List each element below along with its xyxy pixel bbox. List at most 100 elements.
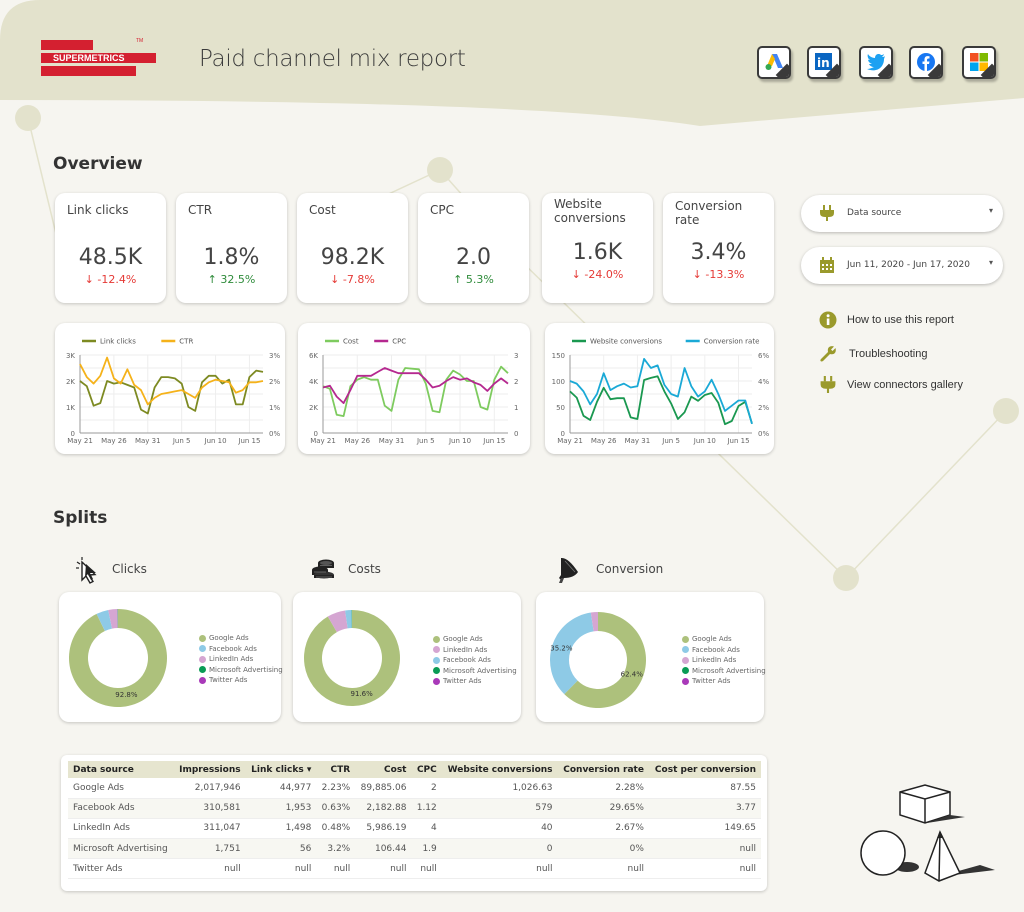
y2-tick-label: 6% — [758, 352, 769, 360]
table-row[interactable]: Facebook Ads 310,581 1,953 0.63% 2,182.88 1.1… — [68, 798, 761, 819]
table-cell: 2 — [411, 778, 442, 799]
twitter-connector[interactable] — [859, 46, 893, 79]
y-tick-label: 2K — [66, 378, 75, 386]
legend-item: LinkedIn Ads — [682, 655, 766, 666]
table-cell: null — [173, 858, 246, 880]
donut-legend: Google Ads Facebook Ads LinkedIn Ads Mic… — [199, 633, 283, 686]
table: Data source Impressions Link clicks ▾ CT… — [68, 761, 761, 880]
y-tick-label: 4K — [309, 378, 318, 386]
kpi-label: CPC — [430, 203, 454, 217]
arrow-down-icon: ↓ — [84, 273, 98, 286]
col-header-ctr[interactable]: CTR — [316, 761, 356, 778]
series-line-website-conversions — [569, 375, 753, 426]
donut-slice-facebook-ads[interactable] — [550, 612, 594, 695]
col-header-impressions[interactable]: Impressions — [173, 761, 246, 778]
link-label: How to use this report — [847, 314, 954, 326]
legend-item: Facebook Ads — [199, 644, 283, 655]
x-tick-label: Jun 10 — [204, 437, 227, 445]
col-header-conversion-rate[interactable]: Conversion rate — [557, 761, 649, 778]
y2-tick-label: 0% — [758, 430, 769, 438]
legend-item: Microsoft Advertising — [682, 666, 766, 677]
y-tick-label: 6K — [309, 352, 318, 360]
date-range-selector[interactable]: Jun 11, 2020 - Jun 17, 2020 ▾ — [801, 247, 1003, 284]
microsoft-connector[interactable] — [962, 46, 996, 79]
donut-legend: Google Ads LinkedIn Ads Facebook Ads Mic… — [433, 634, 517, 687]
col-header-cost[interactable]: Cost — [355, 761, 412, 778]
arrow-down-icon: ↓ — [330, 273, 343, 286]
table-cell: 0 — [441, 838, 558, 860]
slice-label: 92.8% — [115, 691, 138, 699]
google-ads-connector[interactable] — [757, 46, 791, 79]
wrench-icon — [820, 346, 836, 362]
y2-tick-label: 2% — [269, 378, 280, 386]
table-cell: 5,986.19 — [355, 818, 412, 840]
table-cell: 579 — [441, 798, 558, 819]
x-tick-label: May 26 — [591, 437, 617, 445]
legend-label: Website conversions — [590, 338, 662, 346]
legend-item: Google Ads — [682, 634, 766, 645]
x-tick-label: May 21 — [310, 437, 336, 445]
table-cell: 311,047 — [173, 818, 246, 840]
series-line-cost — [322, 365, 509, 417]
table-cell: 1.9 — [411, 838, 442, 860]
linkedin-connector[interactable]: in — [807, 46, 841, 79]
table-cell: 40 — [441, 818, 558, 840]
kpi-value: 98.2K — [320, 245, 385, 270]
slice-label: 91.6% — [351, 690, 374, 698]
arrow-up-icon: ↑ — [207, 273, 221, 286]
line-chart-cost-cpc: Cost CPC 0 2K 4K 6K 0 1 2 3 May 21 May 26 May 31 Jun … — [298, 323, 530, 454]
legend-label: Cost — [343, 338, 359, 346]
x-tick-label: Jun 15 — [237, 437, 260, 445]
legend-item: Facebook Ads — [682, 645, 766, 656]
x-tick-label: Jun 10 — [448, 437, 471, 445]
kpi-cost: Cost 98.2K ↓ -7.8% — [297, 193, 408, 303]
svg-text:in: in — [817, 56, 830, 70]
line-chart-clicks-ctr: Link clicks CTR 0 1K 2K 3K 0% 1% 2% 3% May 21 May 2… — [55, 323, 285, 454]
page-title: Paid channel mix report — [199, 46, 466, 72]
col-header-link-clicks[interactable]: Link clicks ▾ — [245, 761, 317, 778]
y2-tick-label: 3 — [514, 352, 518, 360]
kpi-delta: ↓ -7.8% — [330, 273, 375, 286]
plug-icon — [820, 376, 836, 393]
kpi-delta: ↓ -12.4% — [84, 273, 137, 286]
table-header-row: Data source Impressions Link clicks ▾ CT… — [68, 761, 761, 778]
col-header-data-source[interactable]: Data source — [68, 761, 174, 778]
chevron-down-icon: ▾ — [988, 258, 993, 267]
table-cell: 0% — [557, 838, 649, 860]
table-row[interactable]: LinkedIn Ads 311,047 1,498 0.48% 5,986.19 4 40… — [68, 818, 761, 840]
table-cell: null — [411, 858, 442, 880]
kpi-conversion-rate: Conversion rate 3.4% ↓ -13.3% — [663, 193, 774, 303]
table-cell: 1,751 — [173, 838, 246, 860]
y2-tick-label: 2% — [758, 404, 769, 412]
y-tick-label: 3K — [66, 352, 75, 360]
table-row[interactable]: Google Ads 2,017,946 44,977 2.23% 89,885.06 2… — [68, 778, 761, 799]
legend-item: LinkedIn Ads — [199, 654, 283, 665]
table-row[interactable]: Twitter Ads null null null null null null null n… — [68, 858, 761, 880]
split-label: Costs — [348, 562, 381, 576]
line-chart-svg: Website conversions Conversion rate050100… — [552, 338, 770, 446]
legend-item: Facebook Ads — [433, 655, 517, 666]
table-row[interactable]: Microsoft Advertising 1,751 56 3.2% 106.44 1.… — [68, 838, 761, 860]
col-header-cost-per-conversion[interactable]: Cost per conversion — [648, 761, 761, 778]
line-chart-conversions: Website conversions Conversion rate 0 50 100… — [545, 323, 774, 454]
megaphone-icon — [559, 557, 578, 583]
facebook-connector[interactable] — [909, 46, 943, 79]
data-source-selector[interactable]: Data source ▾ — [801, 195, 1003, 232]
table-cell: 44,977 — [245, 778, 317, 799]
col-header-website-conversions[interactable]: Website conversions — [441, 761, 558, 778]
kpi-value: 2.0 — [456, 245, 491, 270]
col-header-cpc[interactable]: CPC — [411, 761, 442, 778]
legend-item: Microsoft Advertising — [199, 665, 283, 676]
table-cell: null — [441, 858, 558, 880]
kpi-link-clicks: Link clicks 48.5K ↓ -12.4% — [55, 193, 166, 303]
kpi-value: 3.4% — [690, 240, 747, 265]
table-cell: Microsoft Advertising — [68, 838, 174, 860]
table-cell: 2.67% — [557, 818, 649, 840]
table-cell: 89,885.06 — [355, 778, 412, 799]
legend-label: Conversion rate — [704, 338, 760, 346]
splits-title: Splits — [53, 508, 108, 528]
table-cell: Facebook Ads — [68, 798, 174, 819]
supermetrics-logo: SUPERMETRICS TM — [41, 38, 156, 80]
table-cell: null — [316, 858, 356, 880]
table-cell: null — [648, 838, 761, 860]
